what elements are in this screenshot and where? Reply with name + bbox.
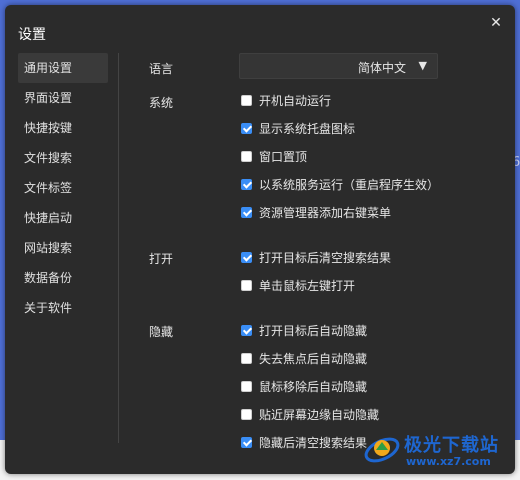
option-hide-at-screen-edge[interactable]: 贴近屏幕边缘自动隐藏 — [241, 406, 379, 422]
checkbox[interactable] — [241, 380, 252, 392]
chevron-down-icon: ▼ — [418, 59, 427, 72]
sidebar-item-general[interactable]: 通用设置 — [18, 53, 108, 83]
checkbox[interactable] — [241, 279, 252, 291]
sidebar-item-file-search[interactable]: 文件搜索 — [18, 143, 108, 173]
option-autostart[interactable]: 开机自动运行 — [241, 92, 331, 108]
option-hide-after-open[interactable]: 打开目标后自动隐藏 — [241, 322, 367, 338]
checkbox[interactable] — [241, 150, 252, 162]
option-label: 单击鼠标左键打开 — [259, 278, 356, 293]
checkbox[interactable] — [241, 324, 252, 336]
open-section-label: 打开 — [149, 252, 174, 266]
checkbox[interactable] — [241, 178, 252, 190]
option-label: 资源管理器添加右键菜单 — [259, 205, 392, 220]
checkbox[interactable] — [241, 408, 252, 420]
sidebar-item-about[interactable]: 关于软件 — [18, 293, 108, 323]
language-dropdown[interactable]: 简体中文 ▼ — [239, 53, 438, 79]
option-single-click-open[interactable]: 单击鼠标左键打开 — [241, 277, 355, 293]
option-always-on-top[interactable]: 窗口置顶 — [241, 148, 307, 164]
sidebar-item-web-search[interactable]: 网站搜索 — [18, 233, 108, 263]
checkbox[interactable] — [241, 122, 252, 134]
watermark-url: www.xz7.com — [406, 455, 491, 468]
checkbox[interactable] — [241, 251, 252, 263]
hide-section-label: 隐藏 — [149, 325, 174, 339]
sidebar-item-hotkeys[interactable]: 快捷按键 — [18, 113, 108, 143]
watermark-text: 极光下载站 — [404, 435, 499, 456]
option-label: 失去焦点后自动隐藏 — [259, 351, 368, 366]
sidebar-item-quick-launch[interactable]: 快捷启动 — [18, 203, 108, 233]
settings-sidebar: 通用设置 界面设置 快捷按键 文件搜索 文件标签 快捷启动 网站搜索 数据备份 … — [18, 53, 108, 323]
watermark-logo-icon — [364, 437, 400, 463]
option-label: 鼠标移除后自动隐藏 — [259, 379, 368, 394]
sidebar-item-backup[interactable]: 数据备份 — [18, 263, 108, 293]
option-hide-on-mouse-leave[interactable]: 鼠标移除后自动隐藏 — [241, 378, 367, 394]
option-label: 隐藏后清空搜索结果 — [259, 435, 368, 450]
sidebar-item-interface[interactable]: 界面设置 — [18, 83, 108, 113]
sidebar-item-file-tags[interactable]: 文件标签 — [18, 173, 108, 203]
option-hide-on-blur[interactable]: 失去焦点后自动隐藏 — [241, 350, 367, 366]
language-value: 简体中文 — [357, 61, 406, 75]
sidebar-divider — [118, 53, 119, 443]
option-label: 显示系统托盘图标 — [259, 121, 356, 136]
option-label: 窗口置顶 — [259, 149, 308, 164]
option-label: 打开目标后自动隐藏 — [259, 323, 368, 338]
option-run-as-service[interactable]: 以系统服务运行（重启程序生效） — [241, 176, 439, 192]
close-icon[interactable]: ✕ — [488, 15, 504, 31]
dialog-title: 设置 — [18, 27, 46, 43]
language-label: 语言 — [149, 62, 174, 76]
checkbox[interactable] — [241, 94, 252, 106]
checkbox[interactable] — [241, 352, 252, 364]
option-clear-after-hide[interactable]: 隐藏后清空搜索结果 — [241, 434, 367, 450]
option-label: 以系统服务运行（重启程序生效） — [259, 177, 440, 192]
option-clear-after-open[interactable]: 打开目标后清空搜索结果 — [241, 249, 391, 265]
system-section-label: 系统 — [149, 96, 174, 110]
watermark: 极光下载站 www.xz7.com — [362, 425, 512, 475]
checkbox[interactable] — [241, 436, 252, 448]
option-label: 打开目标后清空搜索结果 — [259, 250, 392, 265]
checkbox[interactable] — [241, 206, 252, 218]
settings-dialog: 设置 ✕ 通用设置 界面设置 快捷按键 文件搜索 文件标签 快捷启动 网站搜索 … — [5, 5, 515, 474]
option-tray-icon[interactable]: 显示系统托盘图标 — [241, 120, 355, 136]
option-label: 开机自动运行 — [259, 93, 332, 108]
option-context-menu[interactable]: 资源管理器添加右键菜单 — [241, 204, 391, 220]
option-label: 贴近屏幕边缘自动隐藏 — [259, 407, 380, 422]
